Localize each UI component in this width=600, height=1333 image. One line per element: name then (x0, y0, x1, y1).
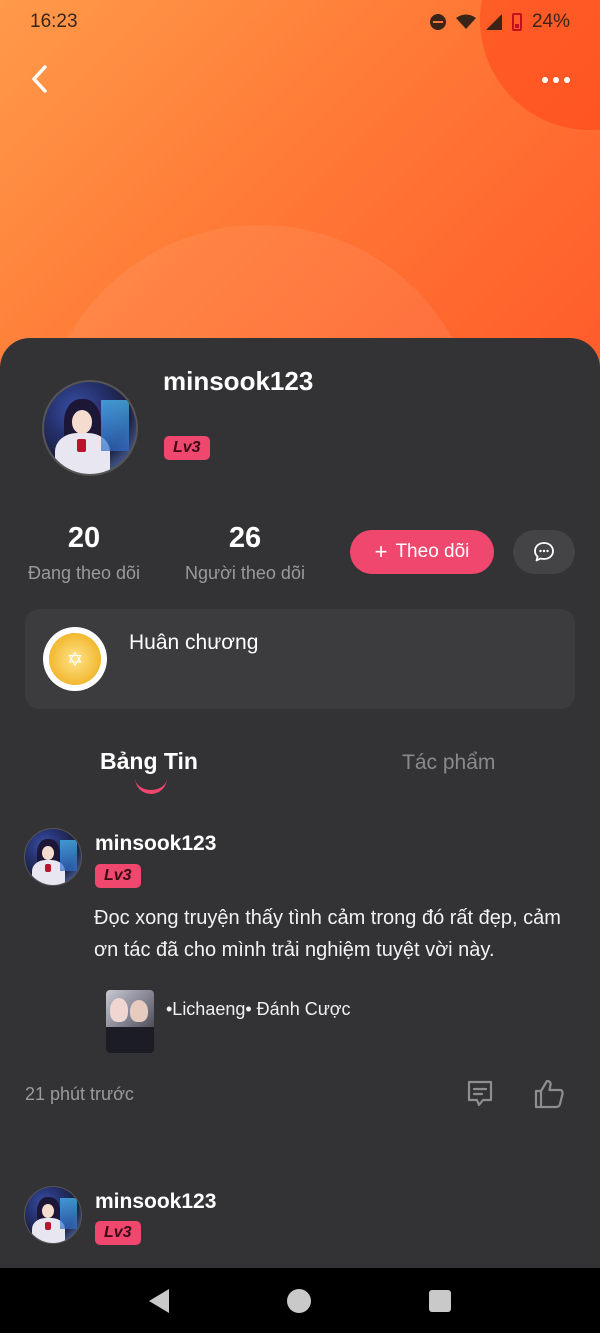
tab-works[interactable]: Tác phẩm (402, 751, 495, 775)
book-title[interactable]: •Lichaeng• Đánh Cược (166, 999, 351, 1020)
followers-stat[interactable]: 26 Người theo dõi (178, 522, 312, 584)
nav-recents-icon[interactable] (429, 1289, 451, 1312)
medal-label: Huân chương (129, 631, 259, 654)
plus-icon: + (374, 539, 388, 564)
post-level-badge: Lv3 (95, 1221, 141, 1245)
back-button[interactable] (22, 62, 56, 96)
system-navigation-bar (0, 1268, 600, 1333)
post-username[interactable]: minsook123 (95, 832, 216, 856)
like-button[interactable] (532, 1077, 566, 1111)
level-badge: Lv3 (164, 436, 210, 460)
follow-button-label: Theo dõi (395, 541, 470, 562)
signal-icon (485, 14, 502, 30)
post-level-badge: Lv3 (95, 864, 141, 888)
status-bar: 16:23 24% (0, 0, 600, 44)
book-cover[interactable] (106, 990, 154, 1053)
wifi-icon (455, 14, 476, 29)
nav-home-icon[interactable] (287, 1288, 311, 1313)
dot-icon (564, 77, 570, 83)
following-stat[interactable]: 20 Đang theo dõi (20, 522, 148, 584)
comment-button[interactable] (464, 1078, 496, 1110)
followers-count: 26 (228, 522, 262, 554)
following-label: Đang theo dõi (27, 563, 141, 583)
profile-avatar[interactable] (42, 380, 138, 476)
dot-icon (542, 77, 548, 83)
do-not-disturb-icon (429, 14, 446, 30)
medal-card[interactable]: ✡ Huân chương (25, 609, 575, 709)
battery-icon (511, 13, 522, 31)
comment-icon (467, 1080, 493, 1107)
following-count: 20 (67, 522, 101, 554)
tab-feed[interactable]: Bảng Tin (100, 748, 198, 775)
message-button[interactable] (513, 530, 575, 574)
profile-sheet (0, 338, 600, 1268)
followers-label: Người theo dõi (185, 563, 305, 583)
chat-bubble-icon (534, 542, 554, 562)
post-username[interactable]: minsook123 (95, 1190, 216, 1214)
more-options-button[interactable] (536, 66, 576, 94)
battery-percent: 24% (531, 11, 570, 32)
post-timestamp: 21 phút trước (25, 1084, 134, 1104)
status-time: 16:23 (30, 11, 78, 32)
profile-username: minsook123 (163, 366, 314, 396)
follow-button[interactable]: + Theo dõi (350, 530, 494, 574)
post-avatar[interactable] (24, 828, 82, 886)
medal-icon: ✡ (43, 627, 107, 691)
thumbs-up-icon (534, 1079, 564, 1109)
dot-icon (553, 77, 559, 83)
chevron-left-icon (32, 65, 47, 93)
nav-back-icon[interactable] (149, 1288, 169, 1313)
post-avatar[interactable] (24, 1186, 82, 1244)
post-text: Đọc xong truyện thấy tình cảm trong đó r… (94, 907, 561, 961)
